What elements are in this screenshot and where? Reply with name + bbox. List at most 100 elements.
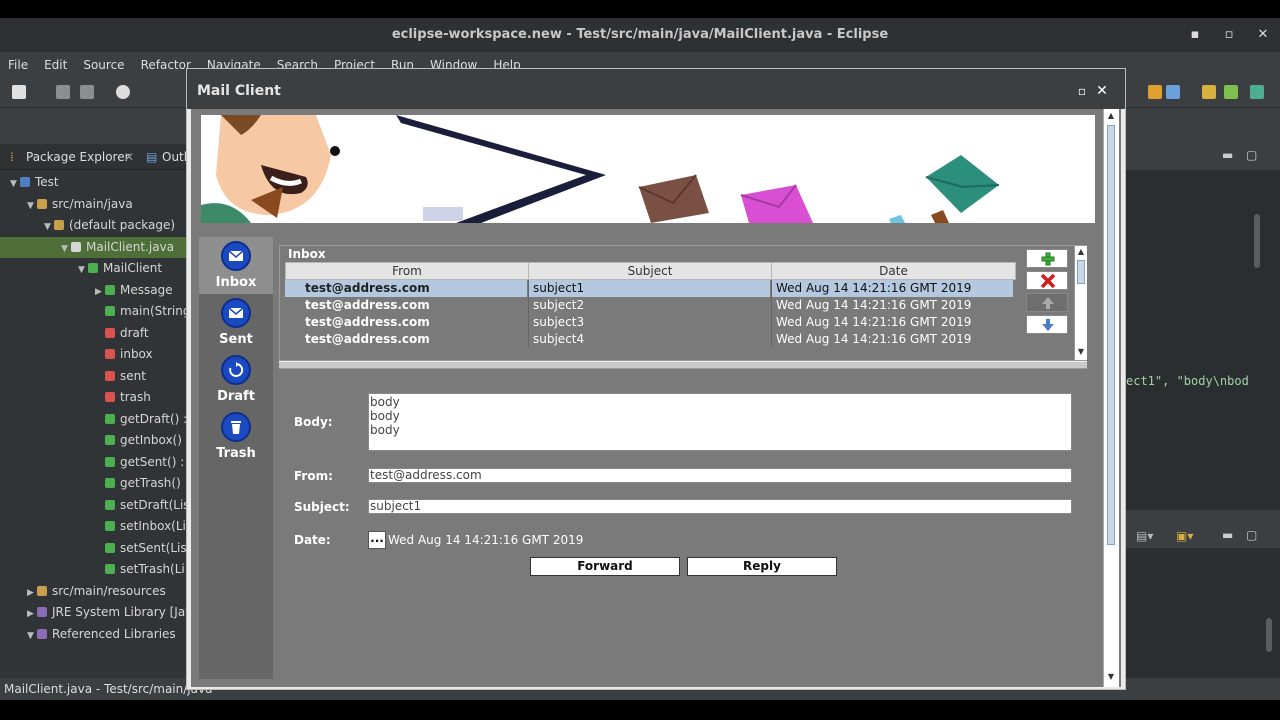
menu-file[interactable]: File	[0, 52, 36, 78]
close-icon[interactable]: ✕	[1248, 18, 1278, 52]
tree-item[interactable]: ▶ Message	[0, 280, 186, 301]
table-row[interactable]: test@address.com subject3 Wed Aug 14 14:21…	[285, 314, 1016, 331]
tree-node-icon	[105, 370, 115, 381]
reply-button[interactable]: Reply	[687, 557, 837, 576]
nav-sent[interactable]: Sent	[199, 294, 273, 351]
column-header-date[interactable]: Date	[771, 262, 1016, 280]
scrollbar-thumb[interactable]	[1107, 125, 1115, 545]
from-field[interactable]: test@address.com	[368, 468, 1072, 483]
close-icon[interactable]: ✕	[1093, 69, 1111, 113]
cell-subject: subject4	[528, 331, 770, 348]
tree-item[interactable]: setInbox(Li	[0, 516, 186, 537]
subject-field[interactable]: subject1	[368, 499, 1072, 514]
body-textarea[interactable]: body body body	[368, 393, 1072, 451]
menu-edit[interactable]: Edit	[36, 52, 75, 78]
nav-label: Sent	[219, 332, 253, 347]
tree-item[interactable]: ▼ (default package)	[0, 215, 186, 236]
expand-toggle-icon[interactable]: ▼	[78, 260, 88, 281]
tree-item[interactable]: draft	[0, 323, 186, 344]
new-icon[interactable]	[12, 85, 26, 99]
maximize-icon[interactable]: ▫	[1214, 18, 1244, 52]
move-up-button[interactable]	[1026, 293, 1068, 312]
tree-item-label: main(String	[120, 304, 186, 318]
tree-item[interactable]: setTrash(Li	[0, 559, 186, 580]
message-detail: Body: body body body From: test@address.co…	[279, 369, 1087, 576]
tree-item[interactable]: getTrash()	[0, 473, 186, 494]
tree-item[interactable]: ▼ Referenced Libraries	[0, 624, 186, 645]
tree-item[interactable]: ▼ src/main/java	[0, 194, 186, 215]
tree-item[interactable]: setDraft(Lis	[0, 495, 186, 516]
forward-arrow-icon[interactable]	[1148, 85, 1162, 99]
tree-item[interactable]: sent	[0, 366, 186, 387]
column-header-from[interactable]: From	[285, 262, 529, 280]
tree-item[interactable]: ▼ MailClient.java	[0, 236, 186, 260]
maximize-icon[interactable]: ▢	[1246, 148, 1257, 162]
java-editor[interactable]	[1126, 170, 1280, 510]
nav-draft[interactable]: Draft	[199, 351, 273, 408]
minimize-icon[interactable]: ▬	[1222, 148, 1233, 162]
expand-toggle-icon[interactable]: ▼	[61, 239, 71, 260]
tree-item[interactable]: getDraft() :	[0, 409, 186, 430]
maximize-icon[interactable]: ▫	[1073, 69, 1091, 113]
menu-source[interactable]: Source	[75, 52, 132, 78]
java-perspective-icon[interactable]	[1224, 85, 1238, 99]
open-console-icon[interactable]: ▣▾	[1176, 529, 1193, 543]
expand-toggle-icon[interactable]: ▶	[27, 583, 37, 604]
expand-toggle-icon[interactable]: ▶	[95, 282, 105, 303]
arrow-up-icon	[1042, 297, 1054, 309]
table-row[interactable]: test@address.com subject4 Wed Aug 14 14:21…	[285, 331, 1016, 348]
tree-item[interactable]: getSent() :	[0, 452, 186, 473]
expand-toggle-icon[interactable]: ▶	[27, 604, 37, 625]
tree-item-label: (default package)	[69, 218, 176, 232]
editor-scrollbar[interactable]	[1254, 214, 1260, 268]
maximize-icon[interactable]: ▢	[1246, 528, 1257, 542]
inbox-scrollbar[interactable]: ▲ ▼	[1074, 246, 1087, 360]
scroll-down-icon[interactable]: ▼	[1105, 671, 1117, 683]
delete-button[interactable]	[1026, 271, 1068, 290]
expand-toggle-icon[interactable]: ▼	[27, 196, 37, 217]
move-down-button[interactable]	[1026, 315, 1068, 334]
tree-item[interactable]: setSent(Lis	[0, 538, 186, 559]
tree-item[interactable]: inbox	[0, 344, 186, 365]
nav-inbox[interactable]: Inbox	[199, 237, 273, 294]
forward-button[interactable]: Forward	[530, 557, 680, 576]
tree-item[interactable]: ▶ JRE System Library [Java	[0, 602, 186, 623]
tree-item[interactable]: ▶ src/main/resources	[0, 581, 186, 602]
split-pane-divider[interactable]	[279, 361, 1087, 369]
date-picker-button[interactable]: ...	[368, 531, 386, 549]
save-icon[interactable]	[56, 85, 70, 99]
table-row[interactable]: test@address.com subject1 Wed Aug 14 14:21…	[285, 280, 1016, 297]
minimize-icon[interactable]: ▬	[1222, 528, 1233, 542]
save-all-icon[interactable]	[80, 85, 94, 99]
add-icon	[1041, 252, 1055, 266]
minimize-icon[interactable]: ▪	[1180, 18, 1210, 52]
open-type-icon[interactable]	[1166, 85, 1180, 99]
tab-outline[interactable]: Outl	[162, 144, 187, 170]
java-ee-icon[interactable]	[1202, 85, 1216, 99]
debug-perspective-icon[interactable]	[1250, 85, 1264, 99]
column-header-subject[interactable]: Subject	[528, 262, 772, 280]
window-scrollbar[interactable]: ▲ ▼	[1103, 109, 1119, 687]
console-scrollbar[interactable]	[1266, 618, 1272, 652]
expand-toggle-icon[interactable]: ▼	[44, 217, 54, 238]
tree-item[interactable]: ▼ MailClient	[0, 258, 186, 279]
debug-icon[interactable]	[116, 85, 130, 99]
tree-item[interactable]: ▼ Test	[0, 172, 186, 193]
tree-item[interactable]: main(String	[0, 301, 186, 322]
nav-trash[interactable]: Trash	[199, 408, 273, 465]
tab-package-explorer[interactable]: Package Explorer	[26, 144, 130, 170]
tree-item[interactable]: trash	[0, 387, 186, 408]
expand-toggle-icon[interactable]: ▼	[27, 626, 37, 647]
scroll-up-icon[interactable]: ▲	[1075, 246, 1087, 258]
tree-item[interactable]: getInbox()	[0, 430, 186, 451]
expand-toggle-icon[interactable]: ▼	[10, 174, 20, 195]
scroll-down-icon[interactable]: ▼	[1075, 346, 1087, 358]
tree-node-icon	[105, 478, 115, 488]
close-icon[interactable]: ✕	[124, 144, 134, 170]
add-button[interactable]	[1026, 249, 1068, 268]
scrollbar-thumb[interactable]	[1077, 260, 1085, 284]
view-menu-icon[interactable]: ▤▾	[1136, 529, 1153, 543]
tree-node-icon	[105, 521, 115, 531]
table-row[interactable]: test@address.com subject2 Wed Aug 14 14:21…	[285, 297, 1016, 314]
scroll-up-icon[interactable]: ▲	[1105, 110, 1117, 122]
